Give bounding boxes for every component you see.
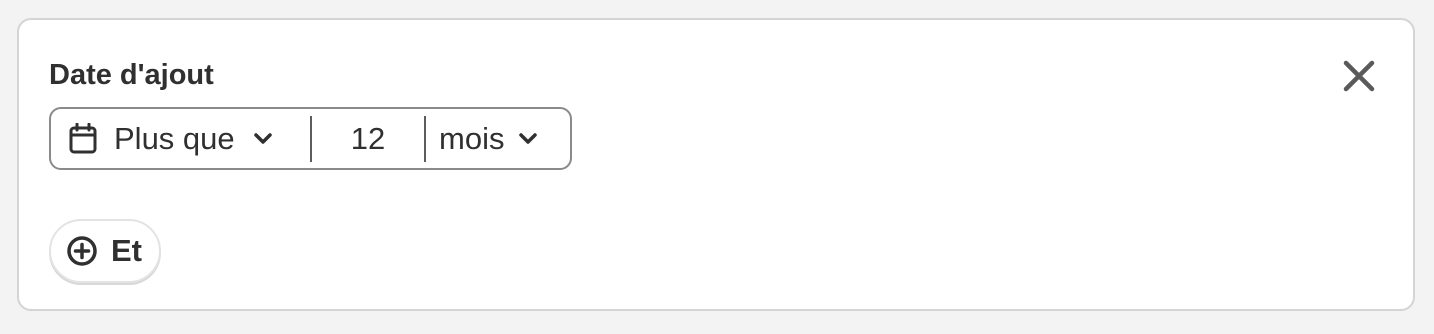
add-and-condition-label: Et xyxy=(111,233,142,268)
operator-label: Plus que xyxy=(114,120,235,156)
unit-select[interactable]: mois xyxy=(426,109,570,168)
date-filter-control: Plus que mois xyxy=(49,107,572,170)
add-and-condition-button[interactable]: Et xyxy=(49,219,161,283)
operator-select[interactable]: Plus que xyxy=(51,109,310,168)
value-segment xyxy=(312,109,424,168)
close-icon xyxy=(1343,60,1375,92)
filter-card: Date d'ajout Plus que 12 mois Et xyxy=(17,18,1415,311)
chevron-down-icon xyxy=(518,132,538,146)
filter-title: Date d'ajout xyxy=(49,59,214,91)
chevron-down-icon xyxy=(253,132,273,146)
unit-label: mois xyxy=(439,120,505,156)
value-input[interactable] xyxy=(321,119,415,158)
plus-circle-icon xyxy=(66,235,98,267)
close-button[interactable] xyxy=(1341,58,1377,94)
calendar-icon xyxy=(68,122,98,155)
